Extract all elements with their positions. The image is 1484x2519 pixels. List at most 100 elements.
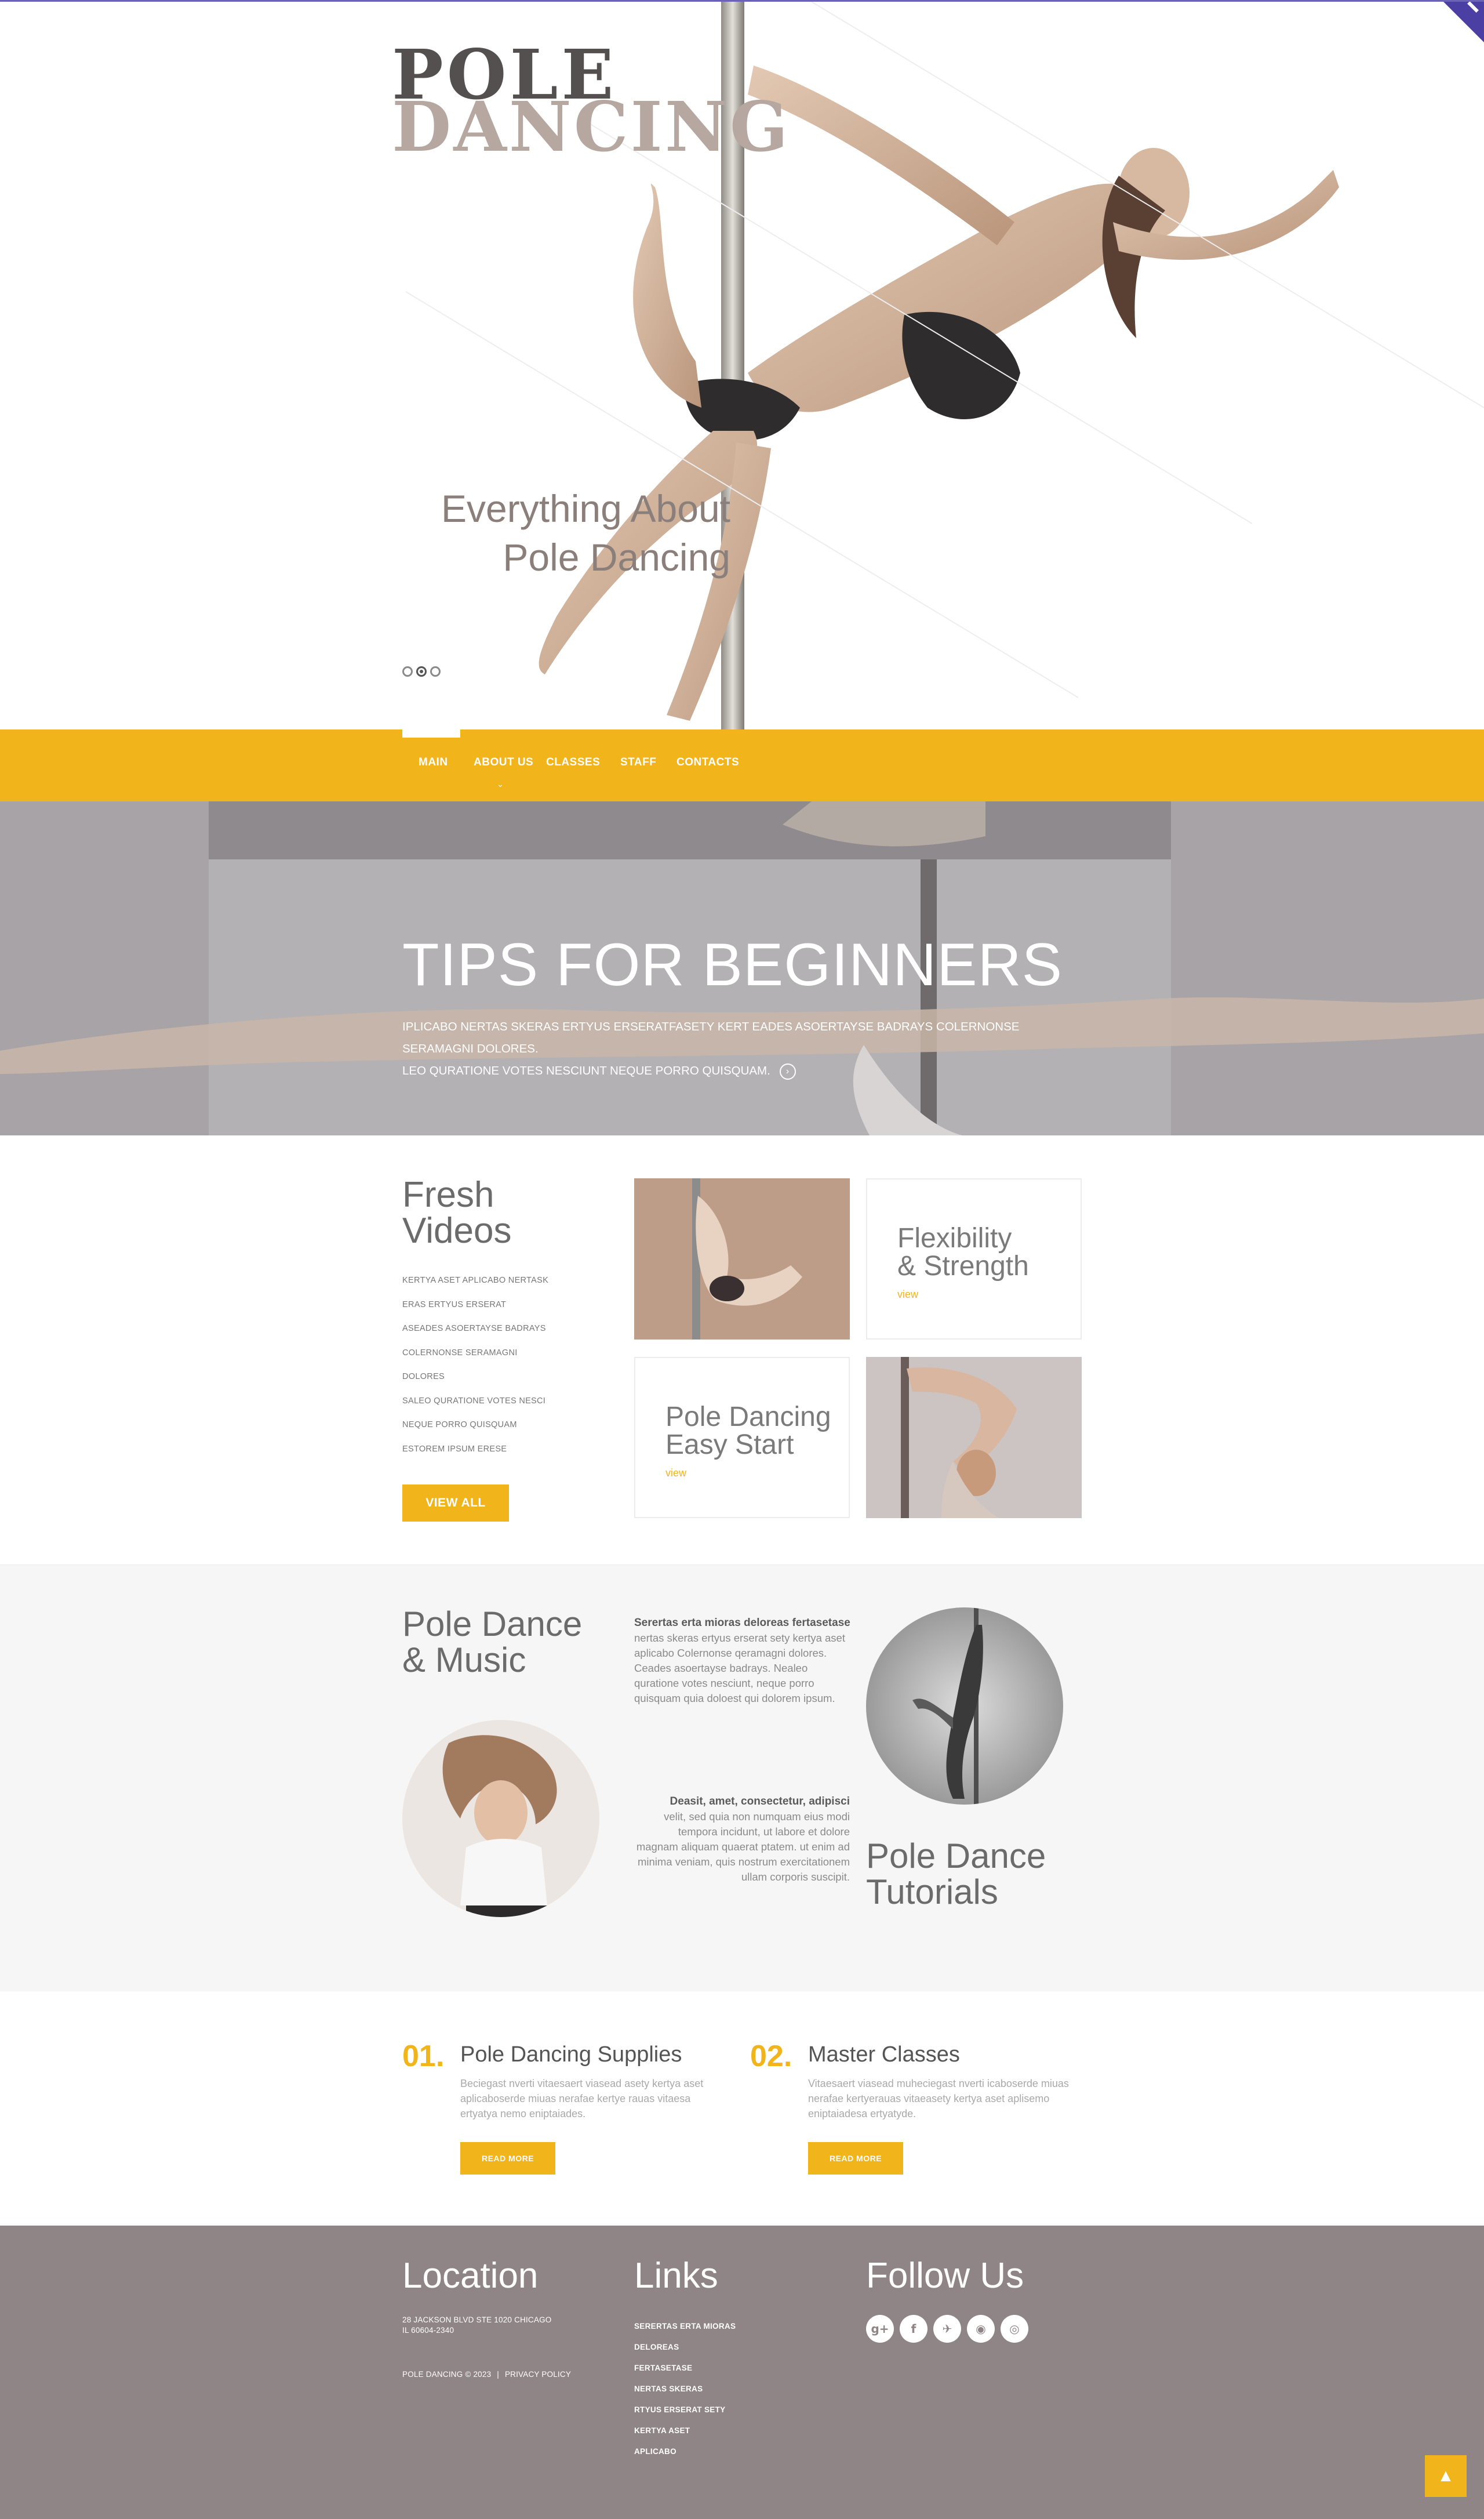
easy-start-view-link[interactable]: view (665, 1467, 686, 1479)
read-more-button-1[interactable]: READ MORE (460, 2142, 555, 2175)
read-more-button-2[interactable]: READ MORE (808, 2142, 903, 2175)
pole-music-title-line2: & Music (402, 1640, 526, 1679)
tutorials-title-line1: Pole Dance (866, 1836, 1046, 1875)
video-thumbnail-2[interactable] (866, 1357, 1082, 1518)
service-number-2: 02. (750, 2039, 792, 2073)
rss-icon[interactable]: ◉ (967, 2315, 995, 2343)
social-links: g+ f ✈ ◉ ◎ (866, 2315, 1028, 2343)
nav-item-classes[interactable]: CLASSES (546, 756, 600, 769)
fresh-videos-title: Fresh Videos (402, 1177, 511, 1249)
tutorials-title-line2: Tutorials (866, 1872, 998, 1911)
nav-item-contacts[interactable]: CONTACTS (676, 756, 739, 769)
arrow-up-icon: ▲ (1437, 2466, 1454, 2485)
corner-ribbon-icon[interactable] (1443, 2, 1484, 42)
pole-music-text-1: Serertas erta mioras deloreas fertasetas… (634, 1616, 851, 1706)
video-list-item[interactable]: COLERNONSE SERAMAGNI (402, 1348, 548, 1373)
tips-text-line2-label: LEO QURATIONE VOTES NESCIUNT NEQUE PORRO… (402, 1064, 770, 1077)
hero-tagline: Everything About Pole Dancing (406, 484, 730, 582)
site-footer (0, 2226, 1484, 2519)
pole-music-heading-2: Deasit, amet, consectetur, adipisci (670, 1795, 850, 1807)
footer-copyright: POLE DANCING © 2023 (402, 2370, 492, 2379)
flexibility-card[interactable]: Flexibility & Strength view (866, 1178, 1082, 1340)
footer-address: 28 JACKSON BLVD STE 1020 CHICAGO IL 6060… (402, 2315, 552, 2336)
arrow-right-icon[interactable]: › (779, 1063, 796, 1080)
slider-dot-3[interactable] (430, 666, 441, 677)
footer-link[interactable]: FERTASETASE (634, 2364, 736, 2384)
footer-link[interactable]: KERTYA ASET (634, 2426, 736, 2447)
easy-start-card[interactable]: Pole Dancing Easy Start view (634, 1357, 850, 1518)
twitter-icon[interactable]: ✈ (933, 2315, 961, 2343)
video-list-item[interactable]: KERTYA ASET APLICABO NERTASK (402, 1276, 548, 1300)
service-number-1: 01. (402, 2039, 445, 2073)
footer-address-line1: 28 JACKSON BLVD STE 1020 CHICAGO (402, 2315, 552, 2324)
flexibility-view-link[interactable]: view (897, 1288, 918, 1301)
fresh-videos-title-line1: Fresh (402, 1175, 494, 1215)
footer-follow-title: Follow Us (866, 2256, 1024, 2296)
footer-copyright-row: POLE DANCING © 2023 | PRIVACY POLICY (402, 2369, 571, 2380)
easy-start-card-title-line1: Pole Dancing (665, 1402, 831, 1432)
hero-tagline-line2: Pole Dancing (503, 536, 730, 579)
logo-dancing[interactable]: DANCING (392, 93, 791, 161)
footer-link[interactable]: DELOREAS (634, 2343, 736, 2364)
pole-music-title-line1: Pole Dance (402, 1605, 583, 1643)
footer-separator: | (497, 2370, 499, 2379)
video-list: KERTYA ASET APLICABO NERTASK ERAS ERTYUS… (402, 1276, 548, 1468)
tutorial-photo (866, 1607, 1063, 1805)
nav-active-indicator (402, 729, 460, 738)
hero-tagline-line1: Everything About (441, 487, 730, 530)
video-list-item[interactable]: ERAS ERTYUS ERSERAT (402, 1300, 548, 1324)
tips-text-line1: IPLICABO NERTAS SKERAS ERTYUS ERSERATFAS… (402, 1020, 1020, 1055)
video-thumbnail-image (866, 1357, 1082, 1518)
footer-link[interactable]: RTYUS ERSERAT SETY (634, 2405, 736, 2426)
video-thumbnail-1[interactable] (634, 1178, 850, 1340)
footer-location-title: Location (402, 2256, 539, 2296)
tips-description: IPLICABO NERTAS SKERAS ERTYUS ERSERATFAS… (402, 1016, 1086, 1082)
tips-text-line2: LEO QURATIONE VOTES NESCIUNT NEQUE PORRO… (402, 1060, 1086, 1082)
footer-links-title: Links (634, 2256, 718, 2296)
google-plus-icon[interactable]: g+ (866, 2315, 894, 2343)
submenu-caret-icon: ⌄ (497, 779, 504, 789)
facebook-icon[interactable]: f (900, 2315, 928, 2343)
fresh-videos-title-line2: Videos (402, 1211, 512, 1251)
footer-link[interactable]: SERERTAS ERTA MIORAS (634, 2322, 736, 2343)
pole-music-title: Pole Dance & Music (402, 1606, 582, 1678)
service-text-1: Beciegast nverti vitaesaert viasead aset… (460, 2078, 704, 2119)
view-all-button[interactable]: VIEW ALL (402, 1484, 509, 1522)
video-list-item[interactable]: NEQUE PORRO QUISQUAM (402, 1420, 548, 1444)
nav-item-main[interactable]: MAIN (419, 756, 448, 769)
pole-music-paragraph-2: velit, sed quia non numquam eius modi te… (636, 1810, 850, 1883)
video-thumbnail-image (634, 1178, 850, 1340)
music-image[interactable] (402, 1720, 599, 1917)
service-title-1[interactable]: Pole Dancing Supplies (460, 2042, 682, 2067)
tutorials-title: Pole Dance Tutorials (866, 1838, 1046, 1910)
main-navigation (0, 729, 1484, 801)
easy-start-card-title: Pole Dancing Easy Start (665, 1403, 831, 1459)
slider-pagination (402, 666, 441, 677)
nav-item-staff[interactable]: STAFF (620, 756, 656, 769)
music-photo (402, 1720, 599, 1917)
tips-title: TIPS FOR BEGINNERS (402, 931, 1063, 999)
flexibility-card-title-line1: Flexibility (897, 1223, 1012, 1254)
nav-item-about-us[interactable]: ABOUT US (474, 756, 533, 769)
dribbble-icon[interactable]: ◎ (1001, 2315, 1028, 2343)
slider-dot-1[interactable] (402, 666, 413, 677)
pole-music-heading-1: Serertas erta mioras deloreas fertasetas… (634, 1617, 850, 1629)
footer-links-list: SERERTAS ERTA MIORAS DELOREAS FERTASETAS… (634, 2322, 736, 2468)
service-text-2: Vitaesaert viasead muheciegast nverti ic… (808, 2078, 1069, 2119)
pole-music-paragraph-1: nertas skeras ertyus erserat sety kertya… (634, 1632, 845, 1704)
video-list-item[interactable]: DOLORES (402, 1372, 548, 1396)
easy-start-card-title-line2: Easy Start (665, 1429, 794, 1460)
footer-link[interactable]: APLICABO (634, 2447, 736, 2468)
footer-link[interactable]: NERTAS SKERAS (634, 2384, 736, 2405)
video-list-item[interactable]: SALEO QURATIONE VOTES NESCI (402, 1396, 548, 1421)
flexibility-card-title: Flexibility & Strength (897, 1225, 1029, 1280)
back-to-top-button[interactable]: ▲ (1425, 2455, 1467, 2497)
slider-dot-2[interactable] (416, 666, 427, 677)
video-list-item[interactable]: ASEADES ASOERTAYSE BADRAYS (402, 1324, 548, 1348)
flexibility-card-title-line2: & Strength (897, 1251, 1029, 1282)
footer-address-line2: IL 60604-2340 (402, 2326, 454, 2335)
privacy-policy-link[interactable]: PRIVACY POLICY (505, 2370, 571, 2379)
service-title-2[interactable]: Master Classes (808, 2042, 960, 2067)
video-list-item[interactable]: ESTOREM IPSUM ERESE (402, 1444, 548, 1469)
tutorial-image[interactable] (866, 1607, 1063, 1805)
